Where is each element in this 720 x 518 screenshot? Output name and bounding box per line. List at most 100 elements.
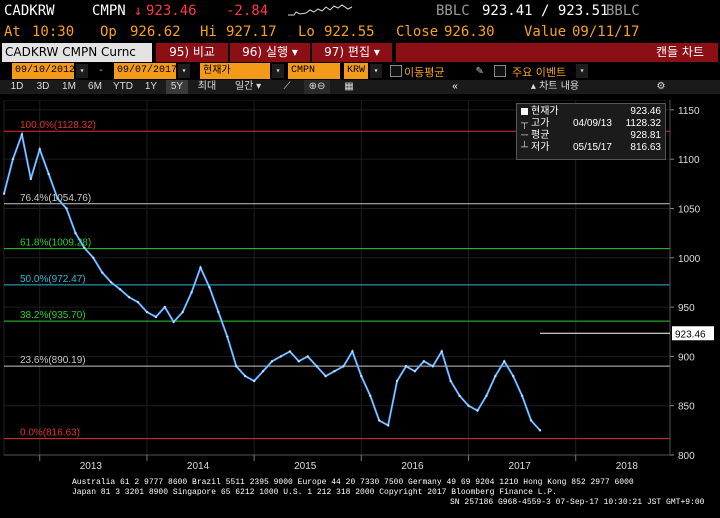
series-point xyxy=(217,310,220,314)
series-point xyxy=(440,350,443,353)
bid-ask: 923.41 / 923.51 xyxy=(482,3,609,19)
series-point xyxy=(154,315,158,319)
fibonacci-label: 100.0%(1128.32) xyxy=(20,120,96,131)
at-value: 10:30 xyxy=(32,24,75,40)
high-label: Hi xyxy=(200,24,217,40)
series-point xyxy=(413,369,417,373)
compare-button[interactable]: 95) 비교 xyxy=(156,43,228,62)
value-label: Value xyxy=(524,24,567,40)
end-date-field[interactable]: 09/07/2017 xyxy=(114,63,177,79)
range-ytd-button[interactable]: YTD xyxy=(110,80,136,94)
moving-average-checkbox[interactable] xyxy=(390,65,402,77)
fibonacci-label: 0.0%(816.63) xyxy=(20,428,80,439)
currency-field[interactable]: KRW xyxy=(344,63,368,79)
bid-source: BBLC xyxy=(436,3,470,19)
average-marker-icon: ─ xyxy=(521,130,529,141)
series-point xyxy=(404,365,408,368)
end-date-dropdown-icon[interactable]: ▾ xyxy=(178,64,190,78)
series-point xyxy=(270,360,274,363)
legend-name: 평균 xyxy=(531,130,550,141)
series-point xyxy=(11,157,15,161)
series-point xyxy=(208,286,211,289)
start-date-field[interactable]: 09/10/2012 xyxy=(12,63,75,79)
legend-value: 816.63 xyxy=(630,142,661,153)
line-chart-icon[interactable]: ⟋ xyxy=(276,80,298,94)
range-3d-button[interactable]: 3D xyxy=(32,80,54,94)
series-point xyxy=(512,374,515,378)
legend-row-high[interactable]: ┬ 고가 04/09/13 1128.32 xyxy=(521,118,661,130)
price-type-dropdown-icon[interactable]: ▾ xyxy=(272,64,284,78)
series-point xyxy=(467,404,470,407)
value-date: 09/11/17 xyxy=(572,24,640,40)
table-icon[interactable]: ▦ xyxy=(338,80,360,94)
currency-dropdown-icon[interactable]: ▾ xyxy=(370,64,382,78)
collapse-left-icon[interactable]: « xyxy=(440,80,470,94)
y-tick-label: 1150 xyxy=(678,106,700,117)
ticker: CADKRW xyxy=(4,3,55,19)
series-point xyxy=(92,256,95,259)
zoom-icon[interactable]: ⊕⊖ xyxy=(304,80,330,94)
legend-row-last[interactable]: 현재가 923.46 xyxy=(521,106,661,118)
legend-row-low[interactable]: ┴ 저가 05/15/17 816.63 xyxy=(521,142,661,154)
run-button[interactable]: 96) 실행 ▾ xyxy=(230,43,310,62)
series-point xyxy=(386,424,390,427)
range-6m-button[interactable]: 6M xyxy=(84,80,106,94)
series-point xyxy=(333,369,336,373)
series-point xyxy=(422,360,426,363)
series-point xyxy=(288,350,292,353)
series-point xyxy=(136,300,140,304)
series-point xyxy=(2,192,6,195)
legend-row-avg[interactable]: ─ 평균 928.81 xyxy=(521,130,661,142)
start-date-dropdown-icon[interactable]: ▾ xyxy=(76,64,88,78)
series-point xyxy=(315,365,318,368)
range-toolbar: 1D 3D 1M 6M YTD 1Y 5Y 최대 일간 ▾ ⟋ ⊕⊖ ▦ « ▴… xyxy=(0,80,720,94)
x-tick-label: 2015 xyxy=(294,461,317,472)
series-point xyxy=(378,419,381,422)
events-checkbox[interactable] xyxy=(494,65,506,77)
low-label: Lo xyxy=(298,24,315,40)
source-field[interactable]: CMPN xyxy=(288,63,340,79)
chevron-up-icon: ▴ xyxy=(530,81,540,92)
series-point xyxy=(520,394,524,398)
events-dropdown-icon[interactable]: ▾ xyxy=(576,64,588,78)
settings-gear-icon[interactable]: ⚙ xyxy=(650,80,672,94)
security-input[interactable]: CADKRW CMPN Curnc xyxy=(2,43,152,62)
y-tick-label: 1050 xyxy=(678,204,701,215)
series-point xyxy=(110,281,113,284)
last-price-label: 923.46 xyxy=(675,329,706,340)
series-point xyxy=(449,379,452,383)
period-dropdown[interactable]: 일간 ▾ xyxy=(226,80,270,94)
x-tick-label: 2016 xyxy=(401,461,424,472)
pricing-source: CMPN xyxy=(92,3,126,19)
x-tick-label: 2017 xyxy=(509,461,532,472)
chart-title-button[interactable]: 캔들 차트 xyxy=(396,43,718,62)
footer: Australia 61 2 9777 8600 Brazil 5511 239… xyxy=(0,475,720,518)
range-5y-button[interactable]: 5Y xyxy=(166,80,188,94)
range-1y-button[interactable]: 1Y xyxy=(140,80,162,94)
pencil-icon[interactable]: ✎ xyxy=(476,63,483,77)
x-tick-label: 2013 xyxy=(80,461,103,472)
series-point xyxy=(360,374,363,378)
series-point xyxy=(306,355,309,358)
range-max-button[interactable]: 최대 xyxy=(192,80,222,94)
series-point xyxy=(145,310,149,314)
fibonacci-label: 38.2%(935.70) xyxy=(20,310,86,321)
legend-name: 고가 xyxy=(531,118,550,129)
series-point xyxy=(74,231,77,235)
series-point xyxy=(485,394,488,398)
series-point xyxy=(20,133,24,136)
chart-options: 09/10/2012 ▾ - 09/07/2017 ▾ 현재가 ▾ CMPN K… xyxy=(0,63,720,80)
edit-button[interactable]: 97) 편집 ▾ xyxy=(312,43,392,62)
low-value: 922.55 xyxy=(324,24,375,40)
series-point xyxy=(47,172,50,176)
chart-contents-button[interactable]: ▴ 차트 내용 xyxy=(490,80,620,94)
open-label: Op xyxy=(100,24,117,40)
range-1m-button[interactable]: 1M xyxy=(58,80,80,94)
series-point xyxy=(235,365,238,368)
x-tick-label: 2014 xyxy=(187,461,210,472)
series-point xyxy=(101,271,104,274)
series-point xyxy=(65,207,68,210)
range-1d-button[interactable]: 1D xyxy=(6,80,28,94)
price-type-field[interactable]: 현재가 xyxy=(200,63,270,79)
legend-date: 04/09/13 xyxy=(573,118,612,129)
